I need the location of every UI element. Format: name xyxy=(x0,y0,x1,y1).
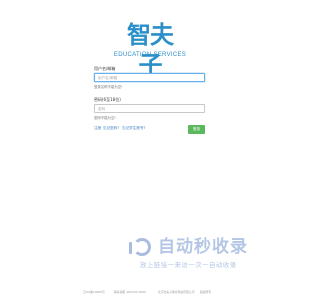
watermark-title: 自动秒收录 xyxy=(158,237,248,257)
brand-logo: 智夫子 EDUCATION SERVICES xyxy=(0,20,300,79)
password-input[interactable]: 密码 xyxy=(94,104,205,113)
login-form: 用户名/邮箱 用户名/邮箱 登录名称不能为空! 密码(6至18位) 密码 密码不… xyxy=(94,66,206,140)
footer-company: 北京智夫子教育科技有限公司 xyxy=(158,290,195,294)
register-link[interactable]: 注册 xyxy=(94,126,101,131)
login-button[interactable]: 登录 xyxy=(188,125,205,134)
password-label: 密码(6至18位) xyxy=(94,97,121,102)
footer-copyright: 版权所有 xyxy=(200,290,212,294)
password-hint: 密码不能为空! xyxy=(94,116,116,120)
forgot-password-link[interactable]: 忘记密码? xyxy=(103,126,119,131)
footer-contact: 联系客服 400-000-0000 xyxy=(114,290,146,294)
footer: 京ICP备19009号 联系客服 400-000-0000 北京智夫子教育科技有… xyxy=(0,290,300,296)
jr-logo-icon xyxy=(128,238,154,260)
username-label: 用户名/邮箱 xyxy=(94,66,116,71)
username-input[interactable]: 用户名/邮箱 xyxy=(94,73,205,82)
watermark-subtitle: 放上链接一来访一次一自动收录 xyxy=(140,261,237,269)
forgot-student-id-link[interactable]: 忘记学生账号? xyxy=(122,126,145,131)
footer-icp[interactable]: 京ICP备19009号 xyxy=(83,290,105,294)
logo-subtitle: EDUCATION SERVICES xyxy=(113,52,187,58)
watermark-banner: 自动秒收录 放上链接一来访一次一自动收录 xyxy=(128,236,280,272)
logo-text: 智夫子 xyxy=(127,21,174,79)
username-hint: 登录名称不能为空! xyxy=(94,85,123,89)
